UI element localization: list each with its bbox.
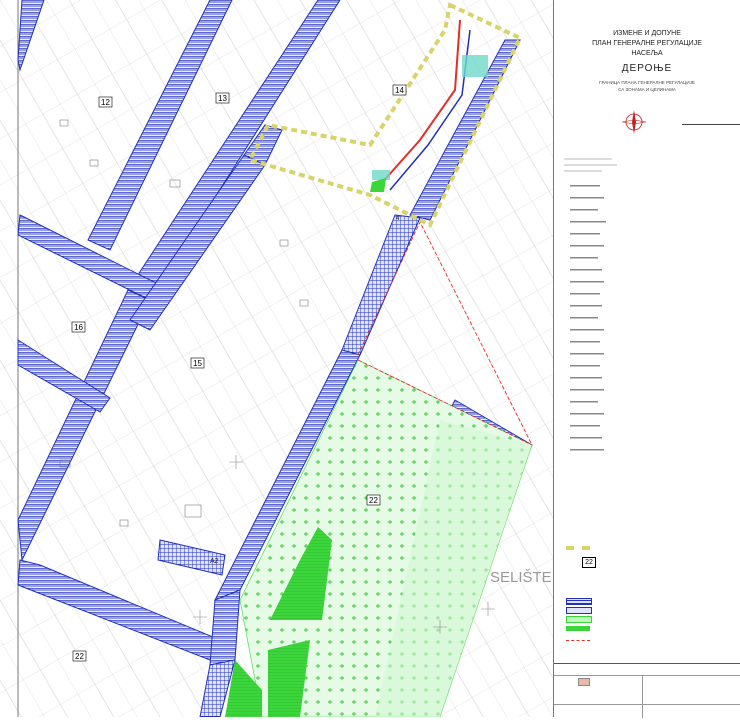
zone-label-22-center: 22 bbox=[369, 496, 378, 505]
road-label: A2 bbox=[210, 558, 219, 565]
cadastral-map: 12 13 14 15 16 22 22 SELIŠTE A2 4 bbox=[0, 0, 553, 718]
place-name-seliste: SELIŠTE bbox=[490, 569, 552, 586]
title-line-1: ИЗМЕНЕ И ДОПУНЕ bbox=[613, 30, 681, 37]
zone-label-16: 16 bbox=[74, 323, 83, 332]
legend-list bbox=[564, 158, 617, 451]
zone-label-22-bottom: 22 bbox=[75, 652, 84, 661]
title-block bbox=[554, 663, 740, 718]
stamp-icon bbox=[578, 678, 590, 686]
title-line-3: НАСЕЉА bbox=[631, 50, 663, 57]
legend-panel: ИЗМЕНЕ И ДОПУНЕ ПЛАН ГЕНЕРАЛНЕ РЕГУЛАЦИЈ… bbox=[553, 0, 740, 718]
zone-label-12: 12 bbox=[101, 98, 110, 107]
zone-label-14: 14 bbox=[395, 86, 404, 95]
plan-place-name: ДЕРОЊЕ bbox=[621, 63, 673, 74]
map-canvas[interactable]: 12 13 14 15 16 22 22 SELIŠTE A2 4 bbox=[0, 0, 553, 718]
north-arrow-icon bbox=[621, 110, 647, 134]
zone-label-13: 13 bbox=[218, 94, 227, 103]
legend-zone-box: 22 bbox=[582, 557, 596, 568]
title-line-2: ПЛАН ГЕНЕРАЛНЕ РЕГУЛАЦИЈЕ bbox=[592, 40, 702, 47]
subtitle-line-2: СА ЗОНАМА И ЦЕЛИНАМА bbox=[618, 87, 676, 92]
zone-label-15: 15 bbox=[193, 359, 202, 368]
subtitle-line-1: ГРАНИЦА ПЛАНА ГЕНЕРАЛНЕ РЕГУЛАЦИЈЕ bbox=[599, 80, 695, 85]
